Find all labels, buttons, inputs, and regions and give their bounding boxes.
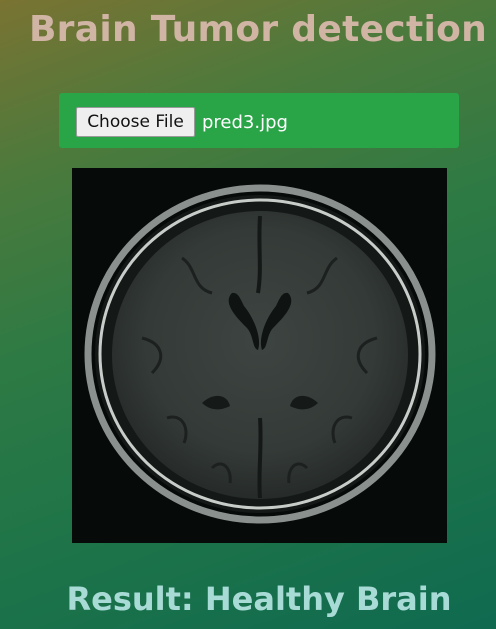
choose-file-button[interactable]: Choose File (76, 107, 195, 137)
prediction-result: Result: Healthy Brain (66, 580, 452, 618)
brain-mri-icon (72, 168, 447, 543)
page-title: Brain Tumor detection (28, 9, 488, 50)
selected-file-name: pred3.jpg (202, 112, 288, 133)
mri-scan-image (72, 168, 447, 543)
file-upload-bar: Choose File pred3.jpg (59, 93, 459, 148)
